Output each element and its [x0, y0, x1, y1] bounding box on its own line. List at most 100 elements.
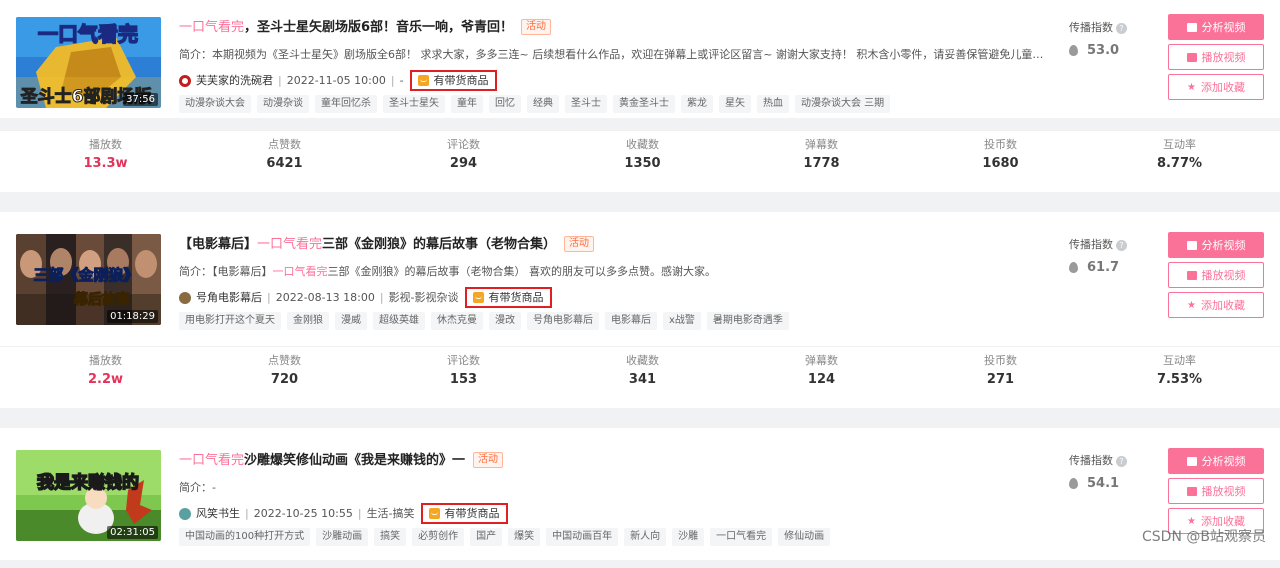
tag[interactable]: 圣斗士 — [565, 95, 607, 113]
stat-label: 评论数 — [447, 354, 480, 367]
tag[interactable]: 动漫杂谈 — [257, 95, 309, 113]
help-icon[interactable]: ? — [1116, 240, 1127, 251]
button-label: 分析视频 — [1201, 239, 1246, 252]
thumb-caption-top: 三部《金刚狼》 — [33, 266, 138, 284]
uploader-name[interactable]: 风笑书生 — [196, 505, 240, 523]
video-title[interactable]: 一口气看完沙雕爆笑修仙动画《我是来赚钱的》一 活动 — [179, 450, 504, 472]
tag[interactable]: 圣斗士星矢 — [383, 95, 445, 113]
score-text: 61.7 — [1087, 260, 1120, 275]
tag[interactable]: 必剪创作 — [412, 528, 465, 546]
video-category: - — [399, 73, 404, 87]
button-label: 播放视频 — [1201, 269, 1246, 282]
stat-label: 播放数 — [89, 138, 122, 151]
play-video-button[interactable]: 播放视频 — [1168, 478, 1264, 504]
tag[interactable]: 金刚狼 — [287, 312, 329, 330]
tag[interactable]: 修仙动画 — [778, 528, 831, 546]
video-thumbnail[interactable]: 一口气看完 圣斗士6部剧场版 37:56 — [16, 17, 161, 108]
avatar[interactable] — [179, 291, 191, 304]
tag[interactable]: 中国动画的100种打开方式 — [179, 528, 311, 546]
analyze-video-button[interactable]: 分析视频 — [1168, 14, 1264, 40]
tag-list: 动漫杂谈大会 动漫杂谈 童年回忆杀 圣斗士星矢 童年 回忆 经典 圣斗士 黄金圣… — [179, 95, 891, 113]
tag[interactable]: 用电影打开这个夏天 — [179, 312, 281, 330]
spread-label-text: 传播指数 — [1069, 21, 1113, 34]
analyze-video-button[interactable]: 分析视频 — [1168, 448, 1264, 474]
add-favorite-button[interactable]: ★ 添加收藏 — [1168, 74, 1264, 100]
uploader-name[interactable]: 号角电影幕后 — [196, 289, 262, 307]
tag[interactable]: 沙雕 — [672, 528, 705, 546]
drop-icon — [1069, 45, 1078, 56]
help-icon[interactable]: ? — [1116, 456, 1127, 467]
star-icon: ★ — [1187, 81, 1196, 93]
stat-value: 1778 — [803, 156, 840, 171]
tag[interactable]: 动漫杂谈大会 三期 — [795, 95, 891, 113]
score-text: 53.0 — [1087, 43, 1120, 58]
tag[interactable]: 热血 — [757, 95, 789, 113]
stat-label: 互动率 — [1163, 138, 1196, 151]
tag[interactable]: 电影幕后 — [605, 312, 657, 330]
thumb-caption-bottom: 幕后故事 — [73, 291, 130, 308]
spread-index-label: 传播指数? — [1069, 452, 1127, 468]
stat-label: 投币数 — [984, 138, 1017, 151]
play-video-button[interactable]: 播放视频 — [1168, 262, 1264, 288]
intro-highlight: 一口气看完 — [272, 265, 328, 278]
tag[interactable]: 漫改 — [489, 312, 521, 330]
stat-label: 点赞数 — [268, 354, 301, 367]
tag[interactable]: 童年回忆杀 — [315, 95, 377, 113]
tag[interactable]: 暑期电影奇遇季 — [706, 312, 789, 330]
tag[interactable]: 动漫杂谈大会 — [179, 95, 251, 113]
title-highlight: 一口气看完 — [257, 237, 323, 252]
tag[interactable]: 爆笑 — [508, 528, 541, 546]
video-thumbnail[interactable]: 我是来赚钱的 02:31:05 — [16, 450, 161, 541]
video-title[interactable]: 一口气看完，圣斗士星矢剧场版6部！音乐一响，爷青回！ 活动 — [179, 17, 552, 39]
tag[interactable]: 一口气看完 — [710, 528, 773, 546]
stat-value: 720 — [270, 372, 299, 387]
goods-label: 有带货商品 — [433, 73, 489, 87]
publish-date: 2022-08-13 18:00 — [275, 290, 375, 304]
goods-badge[interactable]: 有带货商品 — [420, 503, 508, 524]
stat-label: 播放数 — [89, 354, 122, 367]
stat-value: 153 — [449, 372, 478, 387]
drop-icon — [1069, 478, 1078, 489]
stat-value: 7.53% — [1156, 372, 1203, 387]
tag[interactable]: 中国动画百年 — [546, 528, 619, 546]
stats-row: 播放数 2.2w 点赞数 720 评论数 153 收藏数 341 弹幕数 124 投币数 2… — [0, 346, 1280, 408]
help-icon[interactable]: ? — [1116, 23, 1127, 34]
button-label: 播放视频 — [1201, 51, 1246, 64]
tag[interactable]: 经典 — [527, 95, 559, 113]
analyze-video-button[interactable]: 分析视频 — [1168, 232, 1264, 258]
tag[interactable]: 星矢 — [719, 95, 751, 113]
tag[interactable]: 超级英雄 — [373, 312, 425, 330]
tag[interactable]: 回忆 — [489, 95, 521, 113]
activity-badge: 活动 — [521, 19, 552, 35]
video-thumbnail[interactable]: 三部《金刚狼》 幕后故事 01:18:29 — [16, 234, 161, 325]
tag[interactable]: 黄金圣斗士 — [613, 95, 675, 113]
tag[interactable]: 漫威 — [335, 312, 367, 330]
avatar[interactable] — [179, 74, 191, 87]
avatar[interactable] — [179, 507, 191, 520]
tag[interactable]: 国产 — [470, 528, 503, 546]
video-card: 我是来赚钱的 02:31:05 一口气看完沙雕爆笑修仙动画《我是来赚钱的》一 活动… — [0, 428, 1280, 560]
stat-coins: 投币数 271 — [911, 347, 1090, 408]
tag[interactable]: 搞笑 — [374, 528, 407, 546]
goods-badge[interactable]: 有带货商品 — [464, 287, 552, 308]
stat-label: 点赞数 — [268, 138, 301, 151]
tag[interactable]: 童年 — [451, 95, 483, 113]
stat-label: 收藏数 — [626, 354, 659, 367]
title-highlight: 一口气看完 — [179, 453, 245, 468]
tag[interactable]: 沙雕动画 — [316, 528, 369, 546]
tag[interactable]: 紫龙 — [681, 95, 713, 113]
goods-badge[interactable]: 有带货商品 — [409, 70, 497, 91]
intro-text: 三部《金刚狼》的幕后故事（老物合集） 喜欢的朋友可以多多点赞。感谢大家。 — [327, 265, 717, 278]
publish-date: 2022-10-25 10:55 — [253, 506, 353, 520]
play-video-button[interactable]: 播放视频 — [1168, 44, 1264, 70]
uploader-name[interactable]: 芙芙家的洗碗君 — [196, 72, 273, 90]
add-favorite-button[interactable]: ★ 添加收藏 — [1168, 292, 1264, 318]
tag[interactable]: 号角电影幕后 — [527, 312, 599, 330]
stat-coins: 投币数 1680 — [911, 131, 1090, 192]
button-label: 添加收藏 — [1200, 299, 1245, 312]
video-title[interactable]: 【电影幕后】一口气看完三部《金刚狼》的幕后故事（老物合集） 活动 — [179, 234, 595, 256]
tag[interactable]: 休杰克曼 — [431, 312, 483, 330]
tag[interactable]: x战警 — [663, 312, 701, 330]
tag[interactable]: 新人向 — [624, 528, 667, 546]
publish-date: 2022-11-05 10:00 — [286, 73, 386, 87]
